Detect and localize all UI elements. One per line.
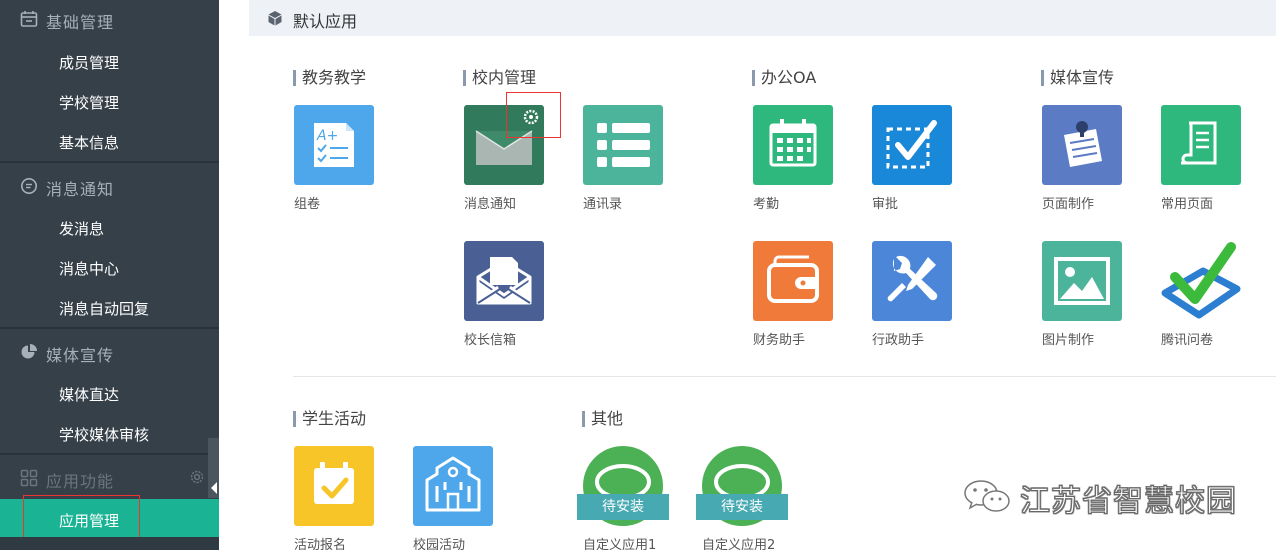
install-badge: 待安装 — [577, 494, 669, 520]
sidebar-footer — [0, 537, 219, 550]
gear-icon[interactable] — [188, 468, 206, 486]
app-principal-mailbox[interactable]: 校长信箱 — [464, 241, 544, 348]
app-admin-assistant[interactable]: 行政助手 — [872, 241, 952, 348]
sidebar: 基础管理 成员管理 学校管理 基本信息 消息通知 发消息 消息中心 消息自动回复… — [0, 0, 219, 550]
app-campus-activity[interactable]: 校园活动 — [413, 446, 493, 550]
category-label: 校内管理 — [463, 69, 536, 87]
calendar-icon — [769, 119, 817, 167]
app-page-builder[interactable]: 页面制作 — [1042, 105, 1122, 212]
app-custom-2[interactable]: 待安装 自定义应用2 — [696, 446, 788, 550]
sidebar-divider — [0, 453, 219, 455]
app-name: 审批 — [872, 197, 899, 212]
app-custom-1[interactable]: 待安装 自定义应用1 — [577, 446, 669, 550]
collapse-arrow-icon[interactable] — [211, 482, 217, 494]
category-label: 办公OA — [752, 69, 816, 87]
sidebar-section-basic[interactable]: 基础管理 — [0, 0, 219, 38]
checkbox-icon — [886, 120, 937, 169]
app-name: 图片制作 — [1042, 333, 1095, 348]
app-name: 腾讯问卷 — [1161, 333, 1214, 348]
category-label: 媒体宣传 — [1041, 69, 1114, 87]
svg-text:A+: A+ — [316, 128, 338, 144]
app-name: 考勤 — [753, 197, 780, 212]
app-exam-builder[interactable]: A+ 组卷 — [294, 105, 374, 212]
app-name: 组卷 — [294, 197, 321, 212]
page-header: 默认应用 — [249, 0, 1276, 36]
category-label: 学生活动 — [293, 410, 366, 428]
sidebar-item-media-review[interactable]: 学校媒体审核 — [0, 413, 219, 453]
calendar-icon — [20, 11, 38, 27]
mailbox-icon — [476, 257, 532, 305]
check-mark-icon — [1161, 242, 1241, 319]
app-name: 消息通知 — [464, 197, 517, 212]
sidebar-item-school-management[interactable]: 学校管理 — [0, 81, 219, 121]
sidebar-section-apps[interactable]: 应用功能 — [0, 459, 219, 497]
sidebar-divider — [0, 161, 219, 163]
page-title: 默认应用 — [293, 12, 358, 31]
app-name: 校长信箱 — [464, 333, 517, 348]
category-label: 其他 — [582, 410, 623, 428]
app-image-builder[interactable]: 图片制作 — [1042, 241, 1122, 348]
highlight-box — [506, 92, 561, 138]
sidebar-item-media-direct[interactable]: 媒体直达 — [0, 373, 219, 413]
category-label: 教务教学 — [293, 69, 366, 87]
sidebar-item-auto-reply[interactable]: 消息自动回复 — [0, 287, 219, 327]
app-activity-signup[interactable]: 活动报名 — [294, 446, 374, 550]
app-approval[interactable]: 审批 — [872, 105, 952, 212]
wallet-icon — [767, 255, 819, 303]
sidebar-section-media[interactable]: 媒体宣传 — [0, 333, 219, 371]
tools-icon — [887, 255, 938, 302]
sidebar-item-send-message[interactable]: 发消息 — [0, 207, 219, 247]
app-name: 通讯录 — [583, 197, 623, 212]
app-common-pages[interactable]: 常用页面 — [1161, 105, 1241, 212]
sidebar-section-messages[interactable]: 消息通知 — [0, 167, 219, 205]
app-contacts[interactable]: 通讯录 — [583, 105, 663, 212]
app-name: 校园活动 — [413, 538, 466, 550]
sidebar-section-label: 基础管理 — [46, 13, 115, 32]
wechat-icon — [964, 480, 1010, 512]
pie-chart-icon — [21, 344, 37, 359]
app-name: 自定义应用2 — [702, 538, 776, 550]
app-finance-assistant[interactable]: 财务助手 — [753, 241, 833, 348]
app-name: 常用页面 — [1161, 197, 1214, 212]
app-attendance[interactable]: 考勤 — [753, 105, 833, 212]
sidebar-item-member-management[interactable]: 成员管理 — [0, 41, 219, 81]
section-divider — [293, 376, 1276, 377]
sidebar-item-message-center[interactable]: 消息中心 — [0, 247, 219, 287]
picture-icon — [1054, 257, 1110, 305]
sidebar-section-label: 应用功能 — [46, 472, 115, 491]
app-tencent-survey[interactable]: 腾讯问卷 — [1161, 241, 1241, 348]
sidebar-section-label: 消息通知 — [46, 180, 115, 199]
chat-bubble-icon — [21, 178, 37, 194]
app-name: 行政助手 — [872, 333, 925, 348]
install-badge: 待安装 — [696, 494, 788, 520]
apps-icon — [20, 469, 38, 487]
app-name: 页面制作 — [1042, 197, 1095, 212]
calendar-check-icon — [314, 462, 354, 504]
scroll-icon — [1181, 121, 1217, 165]
sidebar-divider — [0, 327, 219, 329]
app-name: 自定义应用1 — [583, 538, 657, 550]
sidebar-section-label: 媒体宣传 — [46, 346, 115, 365]
list-icon — [597, 123, 650, 167]
sidebar-item-basic-info[interactable]: 基本信息 — [0, 121, 219, 161]
school-building-icon — [425, 456, 481, 512]
app-name: 财务助手 — [753, 333, 806, 348]
cube-icon — [268, 11, 282, 26]
highlight-box — [23, 495, 140, 540]
exam-paper-icon: A+ — [314, 123, 354, 167]
watermark-text: 江苏省智慧校园 — [1020, 484, 1237, 520]
app-name: 活动报名 — [294, 538, 347, 550]
notepad-icon — [1064, 121, 1102, 167]
